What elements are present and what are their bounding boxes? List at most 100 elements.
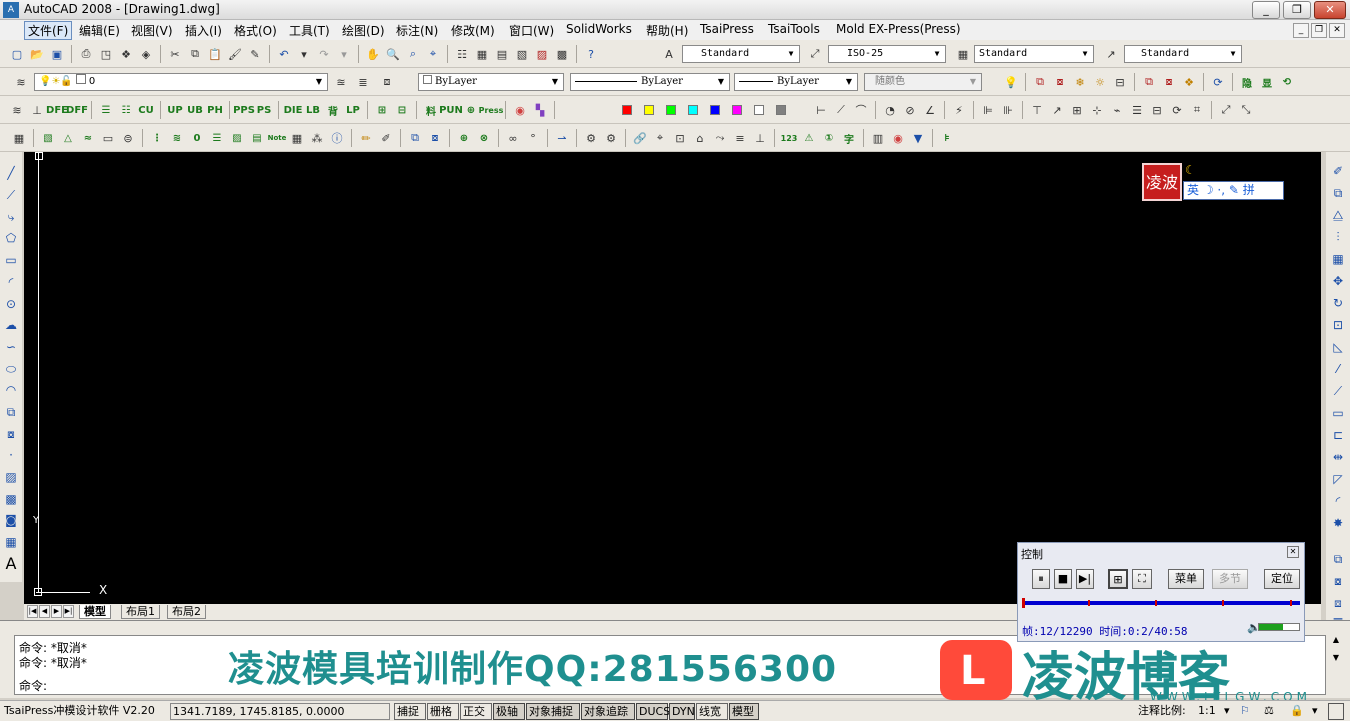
ime-toolbar[interactable]: 凌波 ☾ 英 ☽ ·, ✎ 拼 — [1141, 163, 1285, 203]
palette-swatch[interactable] — [666, 105, 676, 115]
publish-icon[interactable]: ❖ — [117, 45, 135, 63]
autocad-icon[interactable]: A — [3, 2, 19, 18]
press-label[interactable]: Press — [479, 101, 504, 119]
numbering-label[interactable]: 123 — [780, 129, 798, 147]
ub-label[interactable]: UB — [186, 101, 204, 119]
coordinate-readout[interactable]: 1341.7189, 1745.8185, 0.0000 — [170, 703, 390, 720]
barcode-icon[interactable]: ▥ — [869, 129, 887, 147]
command-prompt[interactable]: 命令: — [19, 677, 47, 694]
chevron-down-icon[interactable]: ▾ — [295, 45, 313, 63]
mdi-close-button[interactable]: ✕ — [1329, 23, 1345, 38]
markup-icon[interactable]: ▨ — [533, 45, 551, 63]
zoom-window-icon[interactable]: ⌕ — [404, 45, 422, 63]
die-set-2-icon[interactable]: ⊟ — [393, 101, 411, 119]
eraser-icon[interactable]: ✐ — [377, 129, 395, 147]
bom-icon[interactable]: ⋮ — [148, 129, 166, 147]
jogged-dimension-icon[interactable]: ⌁ — [1108, 101, 1126, 119]
rotate-icon[interactable]: ↻ — [1329, 294, 1347, 312]
status-toggle-7[interactable]: DYN — [669, 703, 695, 720]
up-label[interactable]: UP — [166, 101, 184, 119]
warning-icon[interactable]: ⚠ — [800, 129, 818, 147]
die-label[interactable]: DIE — [284, 101, 303, 119]
point-icon[interactable]: · — [2, 446, 20, 464]
multileader-style-select[interactable]: Standard ▼ — [1124, 45, 1242, 63]
filter-icon[interactable]: ▼ — [909, 129, 927, 147]
status-toggle-6[interactable]: DUCS — [636, 703, 670, 720]
book-icon[interactable]: ▤ — [248, 129, 266, 147]
revision-cloud-icon[interactable]: ☁ — [2, 316, 20, 334]
open-file-icon[interactable]: 📂 — [28, 45, 46, 63]
break-icon[interactable]: ⊏ — [1329, 426, 1347, 444]
text-style-select[interactable]: Standard ▼ — [682, 45, 800, 63]
dimension-update-icon[interactable]: ⟳ — [1168, 101, 1186, 119]
menu-tsaipress[interactable]: TsaiPress — [697, 22, 757, 36]
region-icon[interactable]: ◙ — [2, 511, 20, 529]
line-sweep-icon[interactable]: ⤳ — [711, 129, 729, 147]
a-plus-b-icon[interactable]: ⊕ — [455, 129, 473, 147]
undo-icon[interactable]: ↶ — [275, 45, 293, 63]
menu-file[interactable]: 文件(F) — [24, 21, 73, 40]
stop-button[interactable]: ■ — [1054, 569, 1072, 589]
scale-icon[interactable]: ⊡ — [1329, 316, 1347, 334]
angular-dimension-icon[interactable]: ∠ — [921, 101, 939, 119]
plate-stack-icon[interactable]: ☰ — [97, 101, 115, 119]
palette-swatch[interactable] — [754, 105, 764, 115]
dff-label[interactable]: DFF — [66, 101, 88, 119]
hatch-icon[interactable]: ▨ — [2, 468, 20, 486]
auto-scale-icon[interactable]: ⚖ — [1262, 703, 1276, 720]
table-icon[interactable]: ▦ — [2, 533, 20, 551]
color-select[interactable]: ByLayer ▼ — [418, 73, 564, 91]
hatch-icon[interactable]: ▧ — [39, 129, 57, 147]
drawing-canvas[interactable] — [24, 152, 1321, 604]
continue-dimension-icon[interactable]: ⊪ — [999, 101, 1017, 119]
ladder-icon[interactable]: ⊧ — [938, 129, 956, 147]
menu-mold-ex-press[interactable]: Mold EX-Press(Press) — [833, 22, 964, 36]
menu-tools[interactable]: 工具(T) — [286, 22, 333, 39]
menu-help[interactable]: 帮助(H) — [643, 22, 691, 39]
table-icon[interactable]: ▦ — [10, 129, 28, 147]
dots-icon[interactable]: ⁂ — [308, 129, 326, 147]
fit-window-button[interactable]: ⊞ — [1108, 569, 1128, 589]
layer-freeze-icon[interactable]: ❄ — [1071, 73, 1089, 91]
status-toggle-5[interactable]: 对象追踪 — [581, 703, 635, 720]
lock-icon[interactable]: 🔒 — [1288, 703, 1306, 720]
status-toggle-2[interactable]: 正交 — [460, 703, 492, 720]
block-editor-icon[interactable]: ✎ — [246, 45, 264, 63]
palette-icon[interactable]: ◉ — [889, 129, 907, 147]
refresh-icon[interactable]: ⟲ — [1278, 73, 1296, 91]
circles-icon[interactable]: ∞ — [504, 129, 522, 147]
dimension-style-2-icon[interactable]: ⤡ — [1237, 101, 1255, 119]
block-b-icon[interactable]: ⧇ — [426, 129, 444, 147]
save-icon[interactable]: ▣ — [48, 45, 66, 63]
make-block-icon[interactable]: ⧇ — [2, 425, 20, 443]
ph-label[interactable]: PH — [206, 101, 224, 119]
pun-label[interactable]: PUN — [439, 101, 463, 119]
construction-line-icon[interactable]: ⟋ — [2, 186, 20, 204]
paste-icon[interactable]: 📋 — [206, 45, 224, 63]
array-icon[interactable]: ▦ — [1329, 250, 1347, 268]
menu-tsaitools[interactable]: TsaiTools — [765, 22, 823, 36]
ellipse-stack-icon[interactable]: ⊜ — [119, 129, 137, 147]
make-layer-current-icon[interactable]: ≊ — [332, 73, 350, 91]
step-forward-button[interactable]: ▶| — [1076, 569, 1094, 589]
tab-layout1[interactable]: 布局1 — [121, 605, 160, 619]
3d-dwf-icon[interactable]: ◈ — [137, 45, 155, 63]
maximize-button[interactable]: ❐ — [1283, 1, 1311, 19]
diameter-dimension-icon[interactable]: ⊘ — [901, 101, 919, 119]
lcp-icon[interactable]: ⚙ — [602, 129, 620, 147]
linetype-select[interactable]: ByLayer ▼ — [570, 73, 730, 91]
dimension-override-icon[interactable]: ⌗ — [1188, 101, 1206, 119]
layer-states-icon[interactable]: ⧈ — [378, 73, 396, 91]
layer-on-icon[interactable]: ⧉ — [1031, 73, 1049, 91]
mirror-icon[interactable]: ⧋ — [1329, 206, 1347, 224]
volume-slider[interactable] — [1258, 623, 1300, 631]
block-a-icon[interactable]: ⧉ — [406, 129, 424, 147]
locate-button[interactable]: 定位 — [1264, 569, 1300, 589]
radius-dimension-icon[interactable]: ◔ — [881, 101, 899, 119]
aligned-dimension-icon[interactable]: ⟋ — [832, 101, 850, 119]
bylayer-color-icon[interactable]: ▚ — [531, 101, 549, 119]
status-toggle-9[interactable]: 模型 — [729, 703, 759, 720]
playback-progress-handle[interactable] — [1022, 598, 1026, 608]
menu-view[interactable]: 视图(V) — [128, 22, 176, 39]
copy-icon[interactable]: ⧉ — [186, 45, 204, 63]
